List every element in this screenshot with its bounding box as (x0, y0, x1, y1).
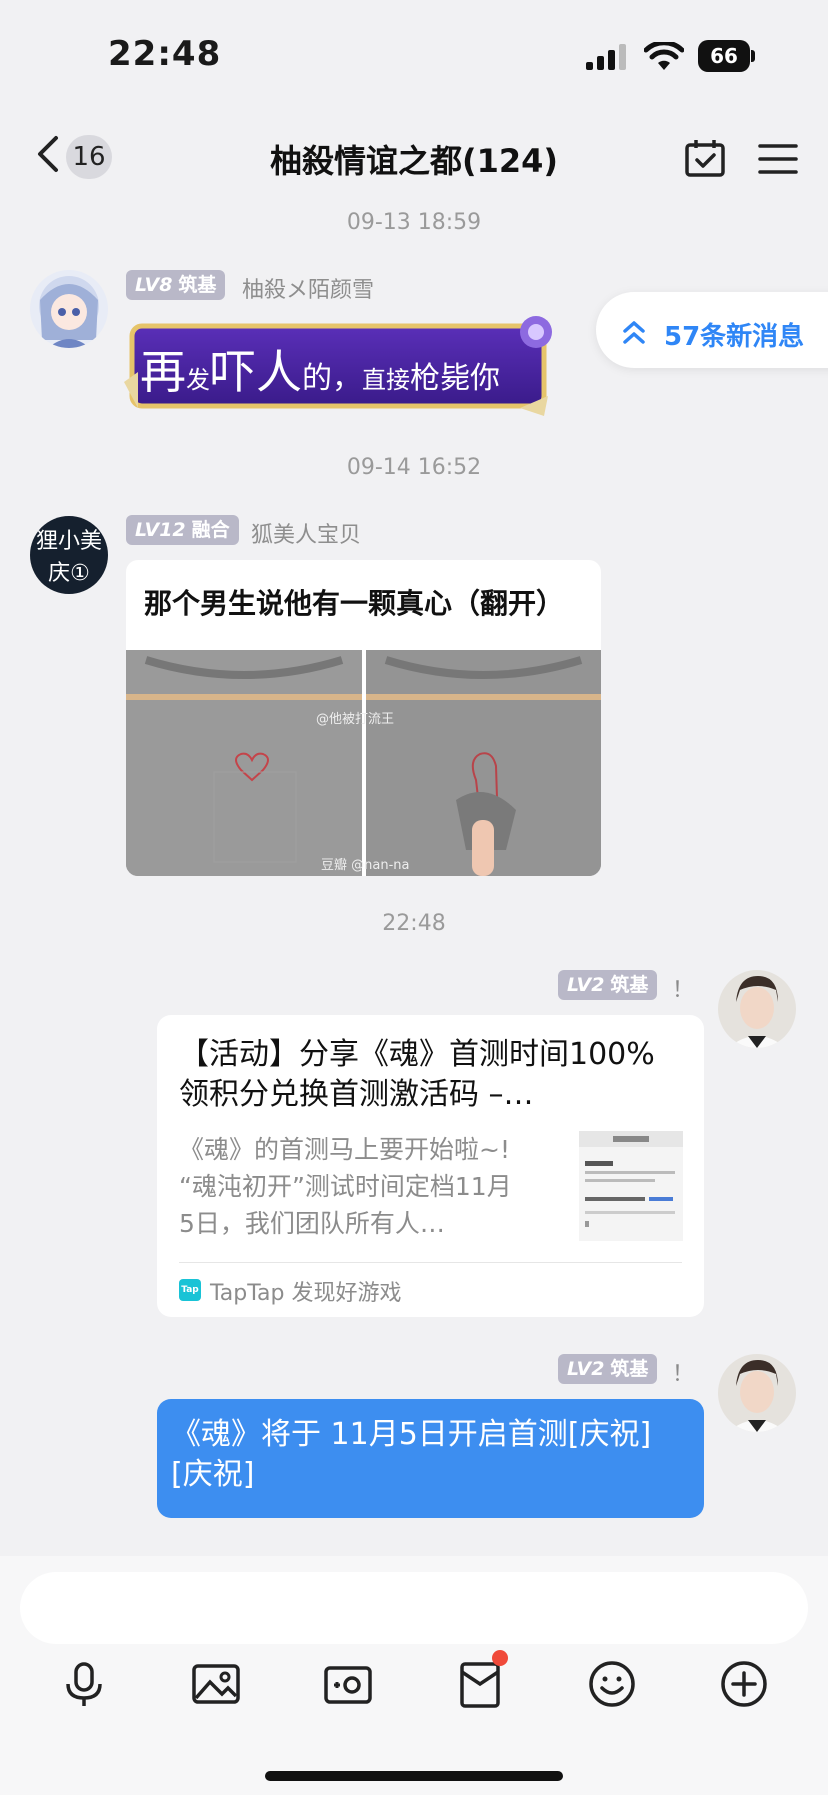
link-description: 《魂》的首测马上要开始啦~! “魂沌初开”测试时间定档11月5日，我们团队所有人… (179, 1135, 512, 1238)
image-message[interactable]: 那个男生说他有一颗真心（翻开） @他被打流王 豆瓣 @nan-na (126, 560, 601, 876)
link-source: TapTap 发现好游戏 (210, 1281, 402, 1306)
sticker-text: 直接 (362, 366, 410, 394)
message-timestamp: 09-13 18:59 (346, 210, 482, 235)
sender-name: ！ (672, 1362, 695, 1387)
avatar[interactable]: 狸小美庆① (30, 516, 108, 594)
status-bar: 22:48 66 (0, 0, 828, 112)
level-label: LV2 (567, 974, 605, 996)
avatar[interactable] (718, 1354, 796, 1432)
battery-icon: 66 (698, 40, 756, 72)
emoji-icon[interactable] (586, 1658, 638, 1710)
rank-label: 筑基 (178, 274, 217, 296)
double-chevron-up-icon (620, 318, 648, 346)
avatar-text: 狸小美庆① (35, 529, 102, 586)
message-input[interactable] (20, 1572, 808, 1644)
avatar[interactable] (30, 270, 108, 348)
camera-icon[interactable] (322, 1658, 374, 1710)
sticker-text: 的， (302, 361, 362, 396)
back-button[interactable] (34, 134, 64, 174)
calendar-check-icon[interactable] (684, 138, 726, 178)
meme-caption: 那个男生说他有一颗真心（翻开） (144, 587, 565, 620)
battery-level: 66 (698, 40, 750, 72)
level-label: LV12 (135, 519, 186, 541)
rank-label: 融合 (191, 519, 230, 541)
status-time: 22:48 (108, 34, 222, 74)
link-title: 【活动】分享《魂》首测时间100%领积分兑换首测激活码 –… (179, 1037, 655, 1112)
message-timestamp: 22:48 (382, 911, 446, 936)
level-label: LV8 (135, 274, 173, 296)
taptap-icon: Tap (179, 1279, 201, 1301)
redpacket-icon[interactable] (454, 1650, 508, 1710)
wifi-icon (643, 40, 685, 72)
sender-name: ！ (672, 978, 695, 1003)
divider (179, 1262, 682, 1263)
unread-count-badge[interactable]: 16 (66, 135, 112, 179)
signal-icon (586, 44, 630, 70)
sender-name: 柚殺メ陌颜雪 (242, 278, 375, 303)
level-badge: LV2 筑基 (558, 1354, 658, 1384)
plus-icon[interactable] (718, 1658, 770, 1710)
message-timestamp: 09-14 16:52 (346, 455, 482, 480)
meme-watermark: 豆瓣 @nan-na (321, 858, 410, 873)
level-label: LV2 (567, 1358, 605, 1380)
link-thumbnail (579, 1131, 683, 1241)
home-indicator[interactable] (265, 1771, 563, 1781)
sticker-text: 枪毙 (410, 361, 470, 396)
chevron-left-icon (38, 136, 58, 172)
level-badge: LV8 筑基 (126, 270, 226, 300)
level-badge: LV12 融合 (126, 515, 239, 545)
notification-dot (492, 1650, 508, 1666)
mic-icon[interactable] (58, 1658, 110, 1710)
sticker-message[interactable]: 再发吓人的，直接枪毙你 (124, 312, 560, 418)
text-message-bubble[interactable]: 《魂》将于 11月5日开启首测[庆祝][庆祝] (157, 1399, 704, 1518)
level-badge: LV2 筑基 (558, 970, 658, 1000)
meme-image (126, 650, 601, 876)
sticker-text: 发 (186, 366, 210, 394)
sticker-text: 吓人 (210, 345, 302, 399)
menu-icon[interactable] (758, 142, 798, 176)
meme-watermark: @他被打流王 (316, 712, 395, 727)
new-messages-label: 57条新消息 (664, 322, 805, 352)
sender-name: 狐美人宝贝 (251, 523, 362, 548)
avatar[interactable] (718, 970, 796, 1048)
rank-label: 筑基 (610, 974, 649, 996)
chat-title[interactable]: 柚殺情谊之都(124) (150, 136, 678, 182)
photo-icon[interactable] (190, 1658, 242, 1710)
rank-label: 筑基 (610, 1358, 649, 1380)
sticker-text: 再 (140, 345, 186, 399)
message-text: 《魂》将于 11月5日开启首测[庆祝][庆祝] (171, 1417, 652, 1492)
link-card[interactable]: 【活动】分享《魂》首测时间100%领积分兑换首测激活码 –… 《魂》的首测马上要… (157, 1015, 704, 1317)
sticker-text: 你 (470, 361, 500, 396)
